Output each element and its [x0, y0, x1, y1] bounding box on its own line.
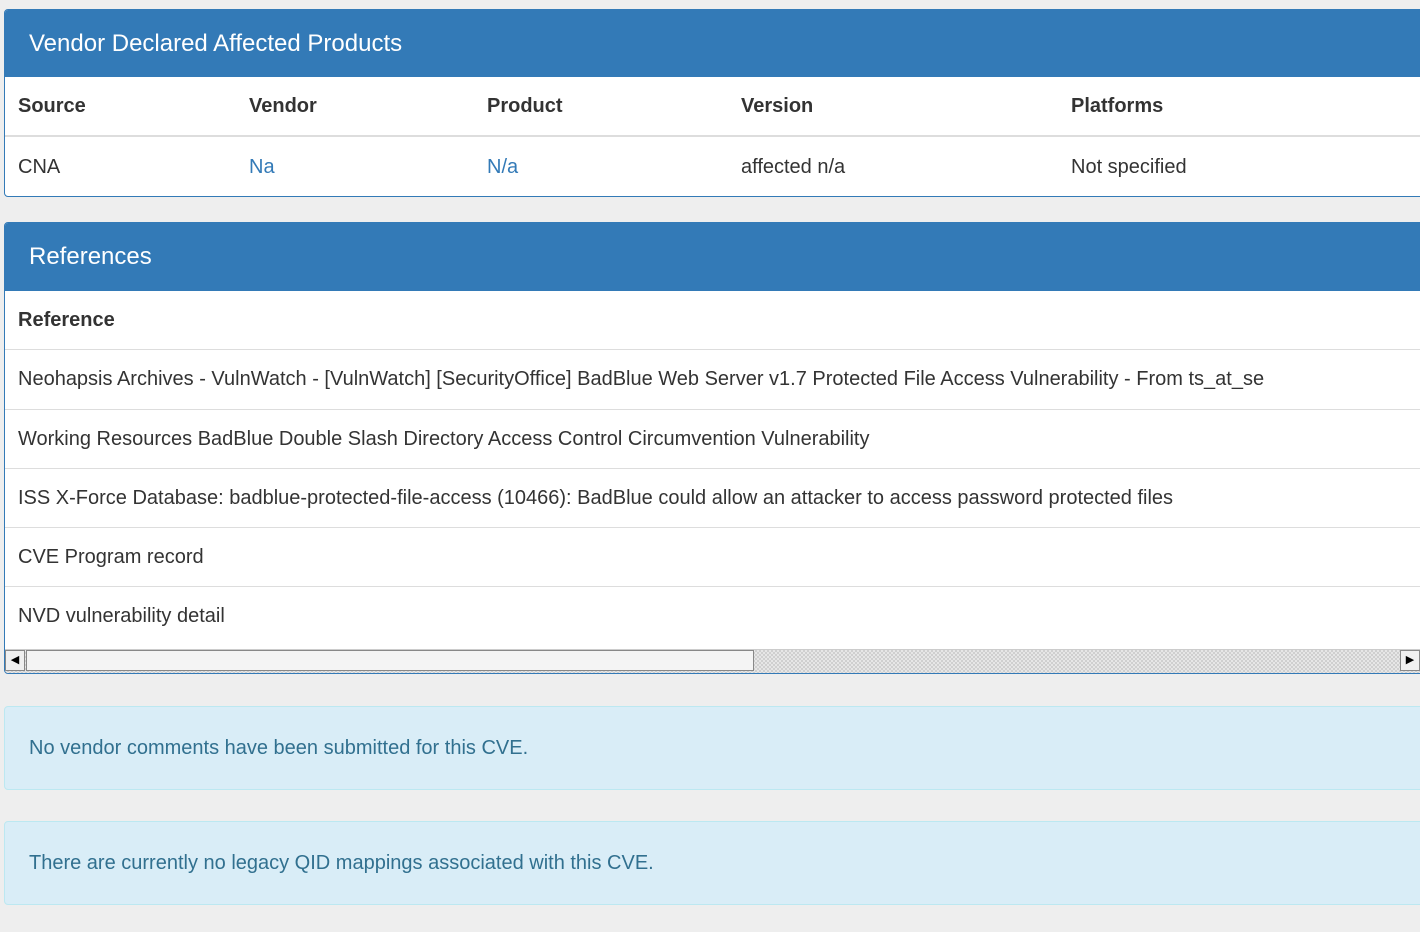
reference-link[interactable]: CVE Program record [18, 546, 204, 569]
scrollbar-thumb[interactable] [26, 650, 754, 671]
references-title: References [5, 223, 1420, 291]
platforms-cell: Not specified [1071, 155, 1187, 178]
column-header-reference: Reference [18, 308, 115, 331]
references-header-row: Reference [5, 291, 1420, 350]
reference-link[interactable]: Working Resources BadBlue Double Slash D… [18, 428, 869, 451]
qid-mappings-alert: There are currently no legacy QID mappin… [4, 821, 1420, 905]
affected-products-title: Vendor Declared Affected Products [5, 10, 1420, 77]
reference-link[interactable]: Neohapsis Archives - VulnWatch - [VulnWa… [18, 368, 1264, 391]
column-header-platforms: Platforms [1071, 94, 1164, 117]
column-header-source: Source [18, 94, 86, 117]
version-cell: affected n/a [741, 155, 846, 178]
vendor-link[interactable]: Na [249, 156, 275, 179]
vendor-comments-alert: No vendor comments have been submitted f… [4, 706, 1420, 790]
scroll-right-arrow-icon[interactable]: ▶ [1400, 650, 1420, 671]
column-header-version: Version [741, 94, 814, 117]
reference-link[interactable]: ISS X-Force Database: badblue-protected-… [18, 487, 1173, 510]
source-cell: CNA [18, 155, 61, 178]
qid-mappings-text: There are currently no legacy QID mappin… [29, 851, 654, 874]
horizontal-scrollbar[interactable]: ◀ ▶ [5, 649, 1420, 673]
affected-products-header-row: Source Vendor Product Version Platforms [5, 77, 1420, 137]
product-link[interactable]: N/a [487, 156, 518, 179]
column-header-product: Product [487, 94, 563, 117]
affected-products-panel: Vendor Declared Affected Products Source… [4, 9, 1420, 197]
table-row: CNA Na N/a affected n/a Not specified [5, 137, 1420, 196]
vendor-comments-text: No vendor comments have been submitted f… [29, 736, 529, 759]
reference-row: Working Resources BadBlue Double Slash D… [5, 409, 1420, 468]
reference-row: ISS X-Force Database: badblue-protected-… [5, 468, 1420, 527]
reference-row: CVE Program record [5, 527, 1420, 586]
scroll-left-arrow-icon[interactable]: ◀ [5, 650, 25, 671]
references-panel: References Reference Neohapsis Archives … [4, 222, 1420, 674]
reference-link[interactable]: NVD vulnerability detail [18, 605, 225, 628]
reference-row: Neohapsis Archives - VulnWatch - [VulnWa… [5, 350, 1420, 409]
page: Vendor Declared Affected Products Source… [0, 0, 1420, 932]
reference-row: NVD vulnerability detail [5, 586, 1420, 645]
column-header-vendor: Vendor [249, 94, 317, 117]
